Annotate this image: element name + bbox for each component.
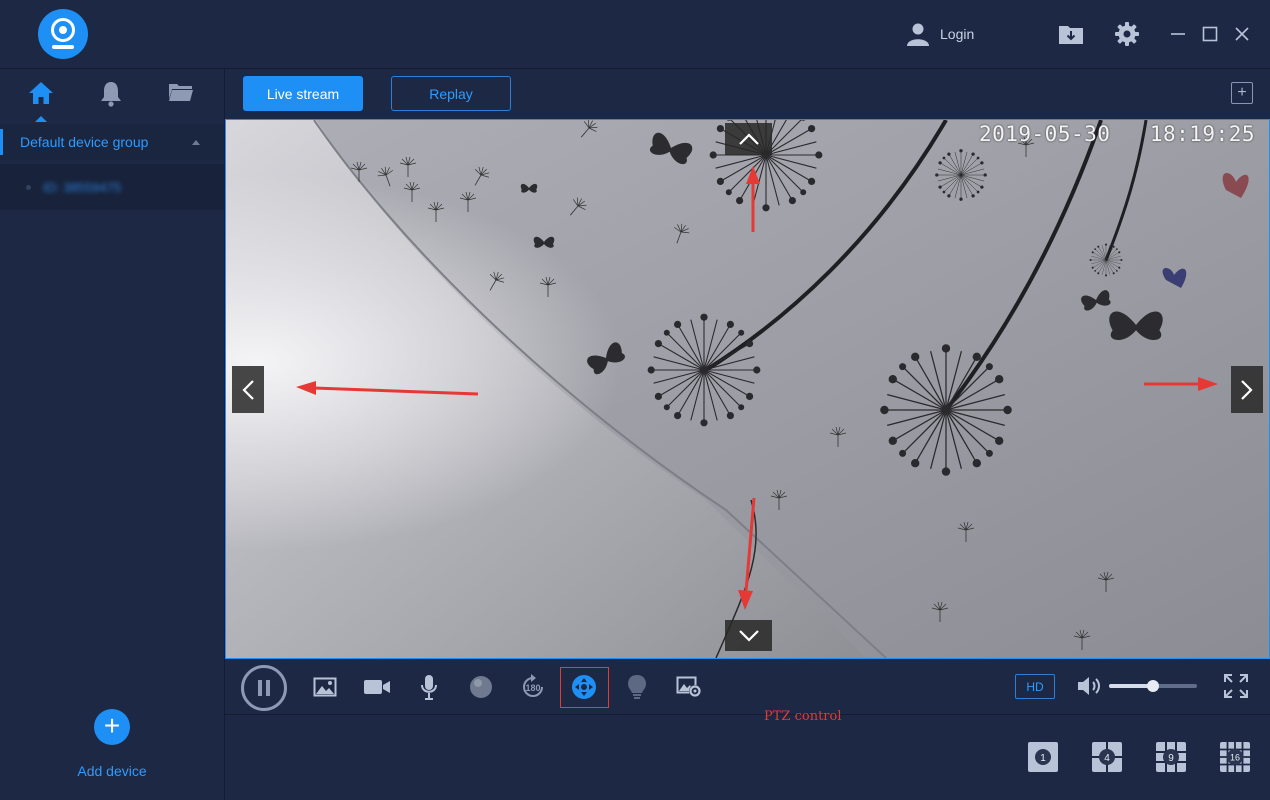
add-device-label: Add device xyxy=(77,763,147,779)
svg-text:180: 180 xyxy=(525,683,540,693)
player-toolbar: 180 PTZ control HD xyxy=(225,659,1270,724)
folder-icon xyxy=(169,84,193,101)
video-timestamp: 2019-05-30 18:19:25 xyxy=(979,122,1255,146)
speaker-icon xyxy=(1078,677,1100,695)
home-icon xyxy=(29,82,53,104)
timestamp-time: 18:19:25 xyxy=(1149,122,1255,146)
fullscreen-icon xyxy=(1224,674,1248,698)
device-group-label: Default device group xyxy=(20,134,149,150)
ptz-annotation-label: PTZ control xyxy=(764,709,842,724)
ptz-up-button[interactable] xyxy=(725,123,772,155)
layout-16-label: 16 xyxy=(1230,753,1240,763)
device-bullet xyxy=(26,184,31,190)
layout-4-button[interactable]: 4 xyxy=(1091,741,1123,773)
rotate-180-button[interactable]: 180 xyxy=(518,673,548,701)
bell-icon xyxy=(101,82,121,107)
settings-gear-icon[interactable] xyxy=(1113,20,1141,48)
active-tab-indicator xyxy=(35,116,47,122)
layout-1-label: 1 xyxy=(1040,753,1046,764)
tab-alerts[interactable] xyxy=(91,81,131,117)
fisheye-button[interactable] xyxy=(466,673,496,701)
download-folder-icon[interactable] xyxy=(1057,20,1085,48)
layout-1-button[interactable]: 1 xyxy=(1027,741,1059,773)
ptz-down-button[interactable] xyxy=(725,620,772,651)
ptz-control-button[interactable] xyxy=(569,673,599,701)
tab-files[interactable] xyxy=(161,81,201,117)
pause-icon xyxy=(258,680,270,696)
ptz-right-button[interactable] xyxy=(1231,366,1263,413)
settings-image-icon xyxy=(676,676,701,697)
chevron-down-icon xyxy=(738,629,759,642)
add-device-button[interactable]: + Add device xyxy=(72,709,152,779)
chevron-right-icon xyxy=(1241,379,1253,400)
pause-button[interactable] xyxy=(241,665,287,711)
user-icon xyxy=(907,23,929,46)
ptz-control-icon xyxy=(572,675,596,699)
image-settings-button[interactable] xyxy=(674,673,704,701)
talk-button[interactable] xyxy=(414,673,444,701)
title-bar: Login xyxy=(0,0,1270,69)
light-button[interactable] xyxy=(622,673,652,701)
live-stream-tab[interactable]: Live stream xyxy=(243,76,363,111)
caret-up-icon[interactable] xyxy=(192,139,200,145)
volume-button[interactable] xyxy=(1076,675,1104,697)
login-label: Login xyxy=(940,26,975,42)
layout-4-label: 4 xyxy=(1104,753,1110,764)
layout-nine-icon: 9 xyxy=(1156,742,1186,772)
layout-sixteen-icon: 16 xyxy=(1220,742,1250,772)
light-bulb-icon xyxy=(628,675,646,699)
hd-quality-button[interactable]: HD xyxy=(1015,674,1055,699)
device-list-item[interactable]: ID: 38559475 xyxy=(0,164,224,210)
ptz-left-button[interactable] xyxy=(232,366,264,413)
record-icon xyxy=(364,680,390,694)
layout-16-button[interactable]: 16 xyxy=(1219,741,1251,773)
volume-knob[interactable] xyxy=(1147,680,1159,692)
add-window-icon[interactable]: + xyxy=(1231,82,1253,104)
timestamp-date: 2019-05-30 xyxy=(978,122,1111,146)
microphone-icon xyxy=(421,675,437,700)
close-icon[interactable] xyxy=(1228,20,1256,48)
replay-tab[interactable]: Replay xyxy=(391,76,511,111)
snapshot-button[interactable] xyxy=(310,673,340,701)
layout-single-icon: 1 xyxy=(1028,742,1058,772)
layout-9-label: 9 xyxy=(1168,753,1174,764)
layout-9-button[interactable]: 9 xyxy=(1155,741,1187,773)
chevron-left-icon xyxy=(242,379,254,400)
live-video-view[interactable]: 2019-05-30 18:19:25 xyxy=(225,119,1270,659)
sidebar: Default device group ID: 38559475 + Add … xyxy=(0,69,225,800)
plus-icon: + xyxy=(94,709,130,745)
record-button[interactable] xyxy=(362,673,392,701)
layout-quad-icon: 4 xyxy=(1092,742,1122,772)
minimize-icon[interactable] xyxy=(1164,20,1192,48)
camera-feed-image xyxy=(226,120,1269,658)
device-group-header[interactable]: Default device group xyxy=(0,124,224,160)
login-button[interactable]: Login xyxy=(906,22,974,46)
fullscreen-button[interactable] xyxy=(1223,673,1249,699)
device-id-label: ID: 38559475 xyxy=(43,179,122,195)
maximize-icon[interactable] xyxy=(1196,20,1224,48)
tab-home[interactable] xyxy=(21,81,61,117)
rotate-180-icon: 180 xyxy=(523,674,543,697)
sphere-icon xyxy=(470,676,492,698)
snapshot-icon xyxy=(313,677,337,697)
chevron-up-icon xyxy=(738,133,759,145)
app-logo xyxy=(38,9,88,59)
